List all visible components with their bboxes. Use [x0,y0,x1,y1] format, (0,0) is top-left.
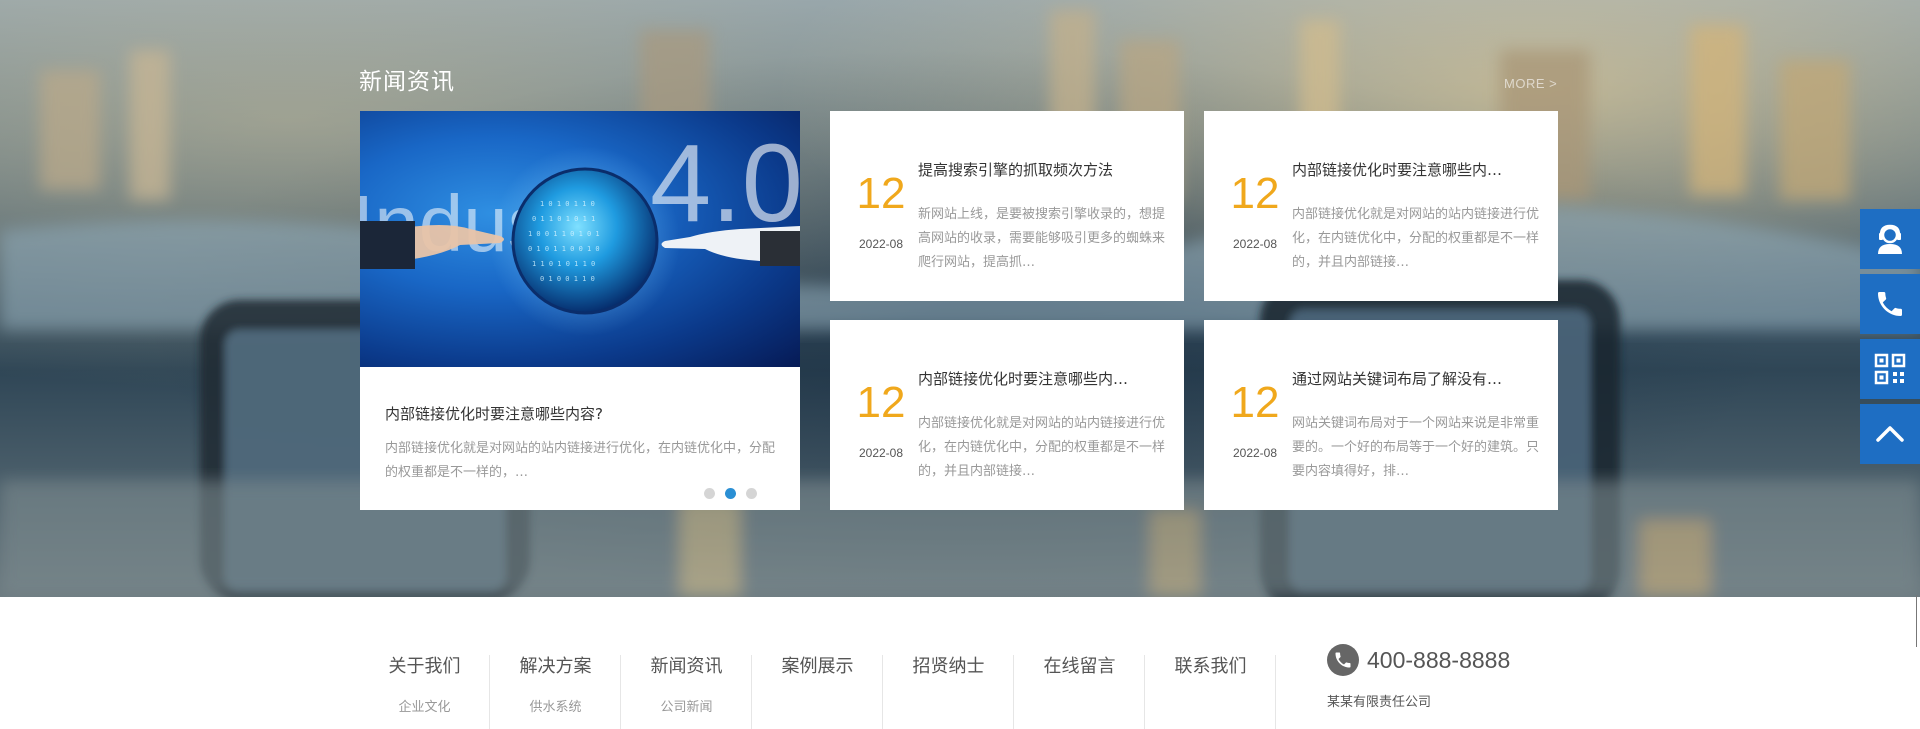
carousel-dot-2[interactable] [725,488,736,499]
news-date-day: 12 [1230,169,1280,218]
featured-news-card[interactable]: Indust 4.0 1 0 1 0 1 1 0 0 1 1 0 1 0 1 1… [360,111,800,510]
carousel-dot-3[interactable] [746,488,757,499]
footer-nav-link[interactable]: 在线留言 [1014,652,1145,678]
phone-icon [1327,644,1359,676]
floating-sidebar [1860,209,1920,469]
qr-code-icon [1874,353,1906,385]
phone-button[interactable] [1860,274,1920,334]
footer-nav-solutions: 解决方案 供水系统 [490,597,621,729]
svg-text:1 0 0 1 1 0 1 0 1: 1 0 0 1 1 0 1 0 1 [528,230,600,238]
footer-nav-link[interactable]: 新闻资讯 [621,652,752,678]
footer-company-name: 某某有限责任公司 [1327,695,1432,710]
svg-text:0 1 0 1 1 0 0 1 0: 0 1 0 1 1 0 0 1 0 [528,245,600,253]
news-date-day: 12 [856,169,906,218]
featured-news-image: Indust 4.0 1 0 1 0 1 1 0 0 1 1 0 1 0 1 1… [360,111,800,367]
footer-nav-sublink[interactable]: 企业文化 [359,696,490,715]
news-card[interactable]: 12 2022-08 内部链接优化时要注意哪些内… 内部链接优化就是对网站的站内… [1204,111,1558,301]
customer-service-button[interactable] [1860,209,1920,269]
news-card[interactable]: 12 2022-08 通过网站关键词布局了解没有… 网站关键词布局对于一个网站来… [1204,320,1558,510]
news-date-month: 2022-08 [1232,237,1278,251]
footer-nav-about: 关于我们 企业文化 [359,597,490,729]
footer-nav-cases: 案例展示 [752,597,883,729]
footer-nav: 关于我们 企业文化 解决方案 供水系统 新闻资讯 公司新闻 案例展示 招贤纳士 … [359,597,1276,729]
footer-nav-link[interactable]: 案例展示 [752,652,883,678]
footer: 关于我们 企业文化 解决方案 供水系统 新闻资讯 公司新闻 案例展示 招贤纳士 … [0,597,1920,729]
footer-nav-contact: 联系我们 [1145,597,1276,729]
phone-icon [1878,292,1902,316]
footer-nav-sublink[interactable]: 供水系统 [490,696,621,715]
footer-nav-link[interactable]: 招贤纳士 [883,652,1014,678]
news-date-day: 12 [1230,378,1280,427]
more-link[interactable]: MORE > [1504,76,1557,91]
industry-globe-illustration: Indust 4.0 1 0 1 0 1 1 0 0 1 1 0 1 0 1 1… [360,122,800,336]
svg-text:0 1 1 0 1 0 1 1: 0 1 1 0 1 0 1 1 [532,215,595,223]
news-date-month: 2022-08 [1232,446,1278,460]
footer-contact: 400-888-8888 某某有限责任公司 [1327,644,1510,710]
news-date-day: 12 [856,378,906,427]
news-title[interactable]: 通过网站关键词布局了解没有… [1292,368,1542,389]
svg-text:0 1 0 0 1 1 0: 0 1 0 0 1 1 0 [540,275,595,283]
news-card[interactable]: 12 2022-08 提高搜索引擎的抓取频次方法 新网站上线，是要被搜索引擎收录… [830,111,1184,301]
news-section-title: 新闻资讯 [359,69,455,95]
news-title[interactable]: 内部链接优化时要注意哪些内… [918,368,1168,389]
svg-text:1 0 1 0 1 1 0: 1 0 1 0 1 1 0 [540,200,595,208]
featured-news-desc: 内部链接优化就是对网站的站内链接进行优化，在内链优化中，分配的权重都是不一样的，… [385,441,776,480]
carousel-dots [704,488,757,499]
carousel-dot-1[interactable] [704,488,715,499]
footer-nav-message: 在线留言 [1014,597,1145,729]
qr-code-button[interactable] [1860,339,1920,399]
featured-news-title[interactable]: 内部链接优化时要注意哪些内容? [385,403,775,425]
news-desc: 内部链接优化就是对网站的站内链接进行优化，在内链优化中，分配的权重都是不一样的，… [1292,207,1540,270]
footer-phone-number[interactable]: 400-888-8888 [1367,647,1510,674]
news-desc: 内部链接优化就是对网站的站内链接进行优化，在内链优化中，分配的权重都是不一样的，… [918,416,1166,479]
footer-nav-careers: 招贤纳士 [883,597,1014,729]
news-card[interactable]: 12 2022-08 内部链接优化时要注意哪些内… 内部链接优化就是对网站的站内… [830,320,1184,510]
back-to-top-button[interactable] [1860,404,1920,464]
news-date-month: 2022-08 [858,237,904,251]
scrollbar-thumb[interactable] [1916,595,1917,647]
chevron-up-icon [1876,426,1904,442]
footer-nav-link[interactable]: 联系我们 [1145,652,1276,678]
customer-service-icon [1878,224,1902,254]
footer-nav-link[interactable]: 解决方案 [490,652,621,678]
news-desc: 网站关键词布局对于一个网站来说是非常重要的。一个好的布局等于一个好的建筑。只要内… [1292,416,1540,479]
svg-text:1 1 0 1 0 1 1 0: 1 1 0 1 0 1 1 0 [532,260,595,268]
footer-nav-news: 新闻资讯 公司新闻 [621,597,752,729]
news-title[interactable]: 提高搜索引擎的抓取频次方法 [918,159,1168,180]
footer-nav-sublink[interactable]: 公司新闻 [621,696,752,715]
news-desc: 新网站上线，是要被搜索引擎收录的，想提高网站的收录，需要能够吸引更多的蜘蛛来爬行… [918,207,1166,270]
footer-nav-link[interactable]: 关于我们 [359,652,490,678]
news-date-month: 2022-08 [858,446,904,460]
news-section: 新闻资讯 MORE > Indust 4.0 1 0 1 0 1 1 0 0 1… [0,0,1920,597]
news-title[interactable]: 内部链接优化时要注意哪些内… [1292,159,1542,180]
